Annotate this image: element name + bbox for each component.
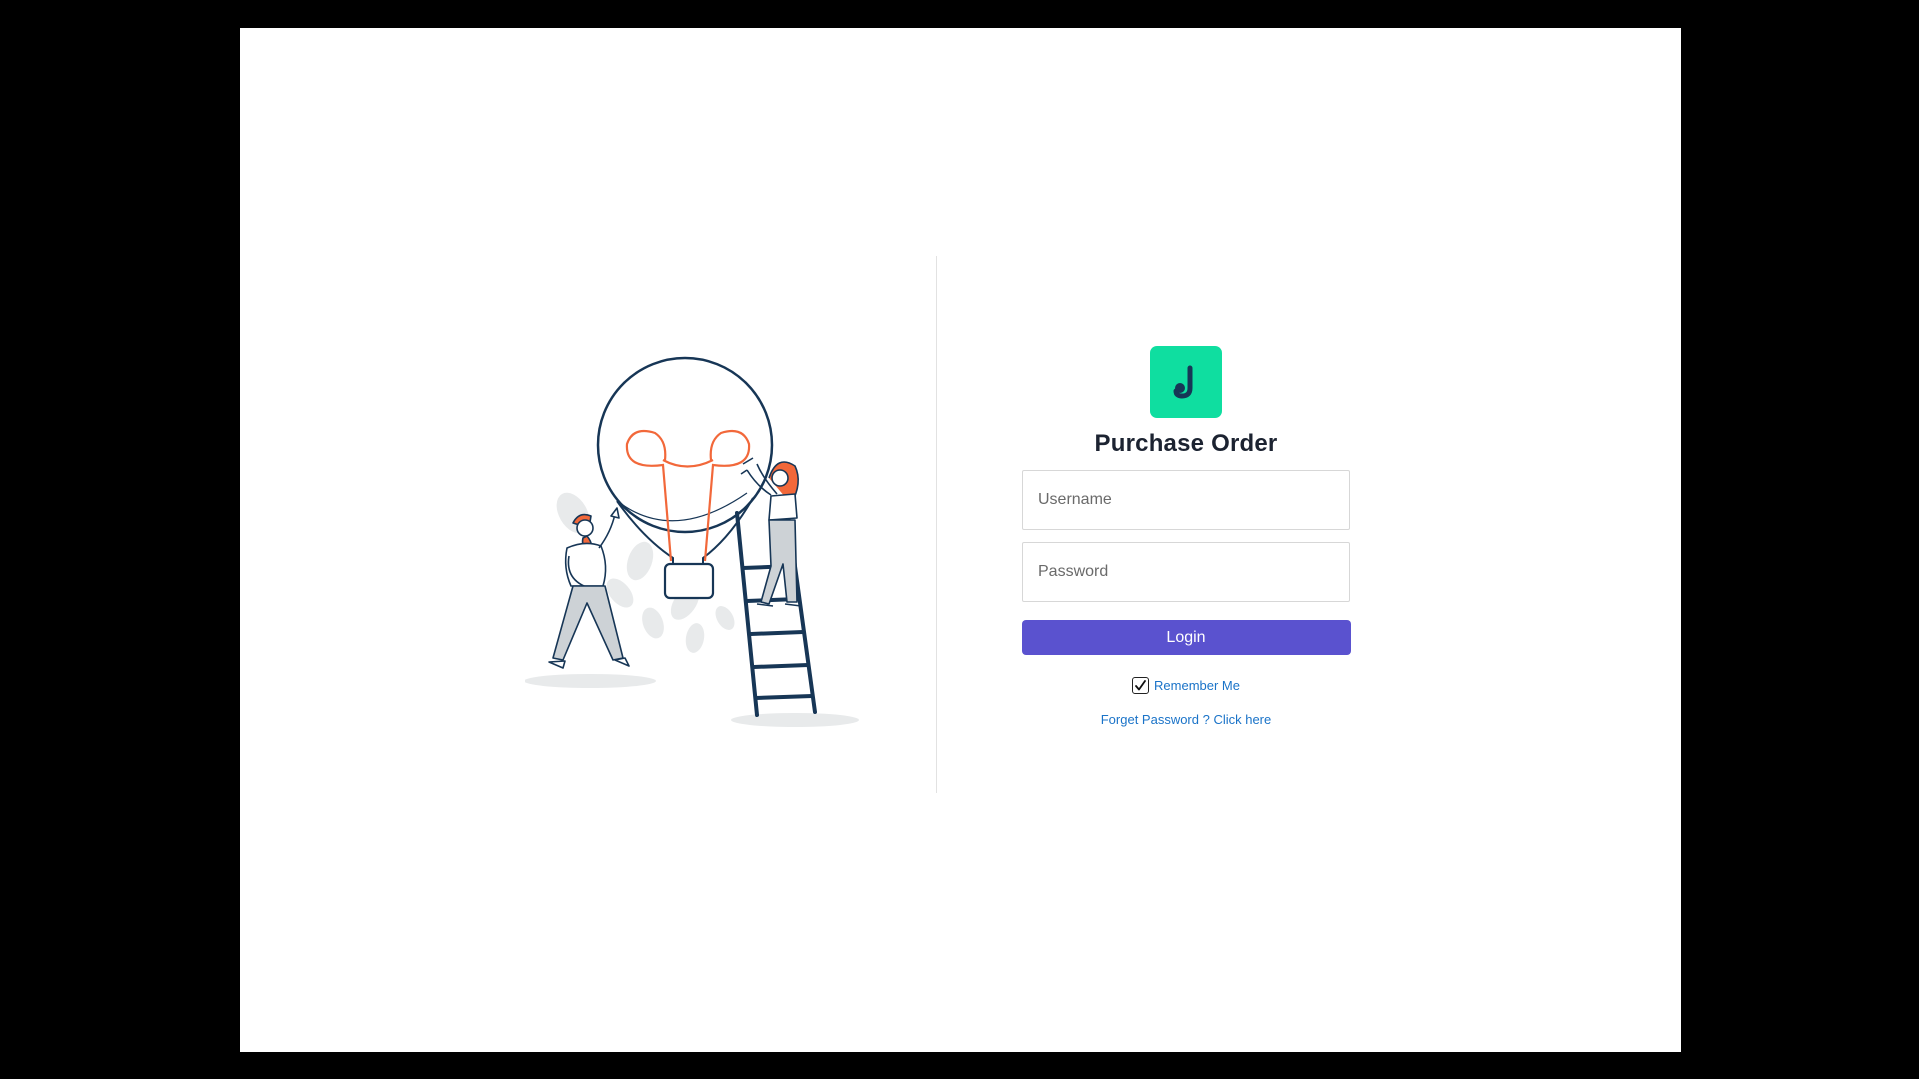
login-button[interactable]: Login — [1021, 620, 1351, 655]
app-title: Purchase Order — [1094, 430, 1278, 457]
lightbulb-teamwork-illustration — [524, 318, 905, 738]
password-input[interactable] — [1022, 542, 1350, 602]
login-panel: Purchase Order Login Remember Me Forget … — [1021, 346, 1351, 727]
remember-me-checkbox[interactable] — [1132, 677, 1150, 694]
remember-me-row[interactable]: Remember Me — [1132, 677, 1240, 694]
username-input[interactable] — [1022, 470, 1350, 530]
j-logo-icon — [1150, 346, 1222, 418]
forgot-password-link[interactable]: Forget Password ? Click here — [1101, 712, 1272, 727]
checkmark-icon — [1135, 680, 1146, 691]
panel-divider — [936, 256, 937, 793]
login-screen: Purchase Order Login Remember Me Forget … — [240, 28, 1681, 1052]
remember-me-label[interactable]: Remember Me — [1154, 678, 1240, 693]
